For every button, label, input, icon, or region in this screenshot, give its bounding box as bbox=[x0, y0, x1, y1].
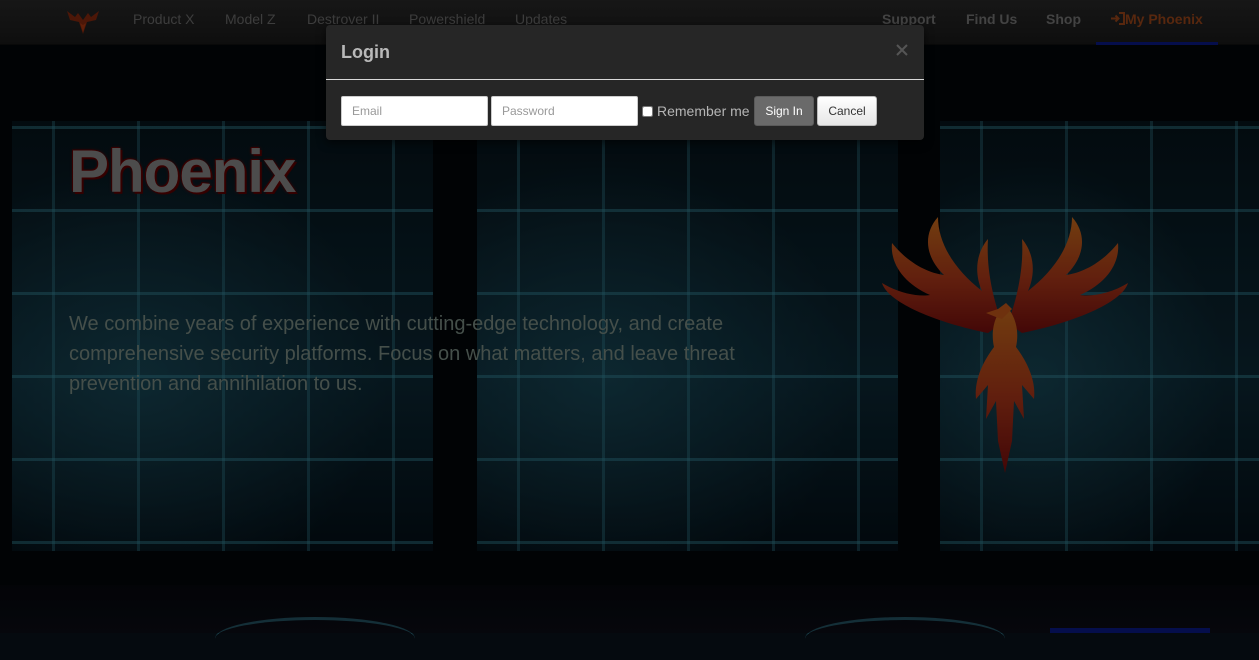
modal-title: Login bbox=[341, 42, 390, 62]
remember-me-label: Remember me bbox=[657, 103, 750, 119]
close-icon bbox=[896, 44, 908, 56]
remember-me[interactable]: Remember me bbox=[642, 103, 750, 119]
close-button[interactable] bbox=[892, 40, 912, 60]
email-input[interactable] bbox=[341, 96, 488, 126]
cancel-button[interactable]: Cancel bbox=[817, 96, 877, 126]
sign-in-button[interactable]: Sign In bbox=[754, 96, 814, 126]
modal-header: Login bbox=[326, 25, 924, 80]
password-input[interactable] bbox=[491, 96, 638, 126]
login-modal: Login Remember me Sign In Cancel bbox=[326, 25, 924, 140]
remember-me-checkbox[interactable] bbox=[642, 105, 653, 117]
